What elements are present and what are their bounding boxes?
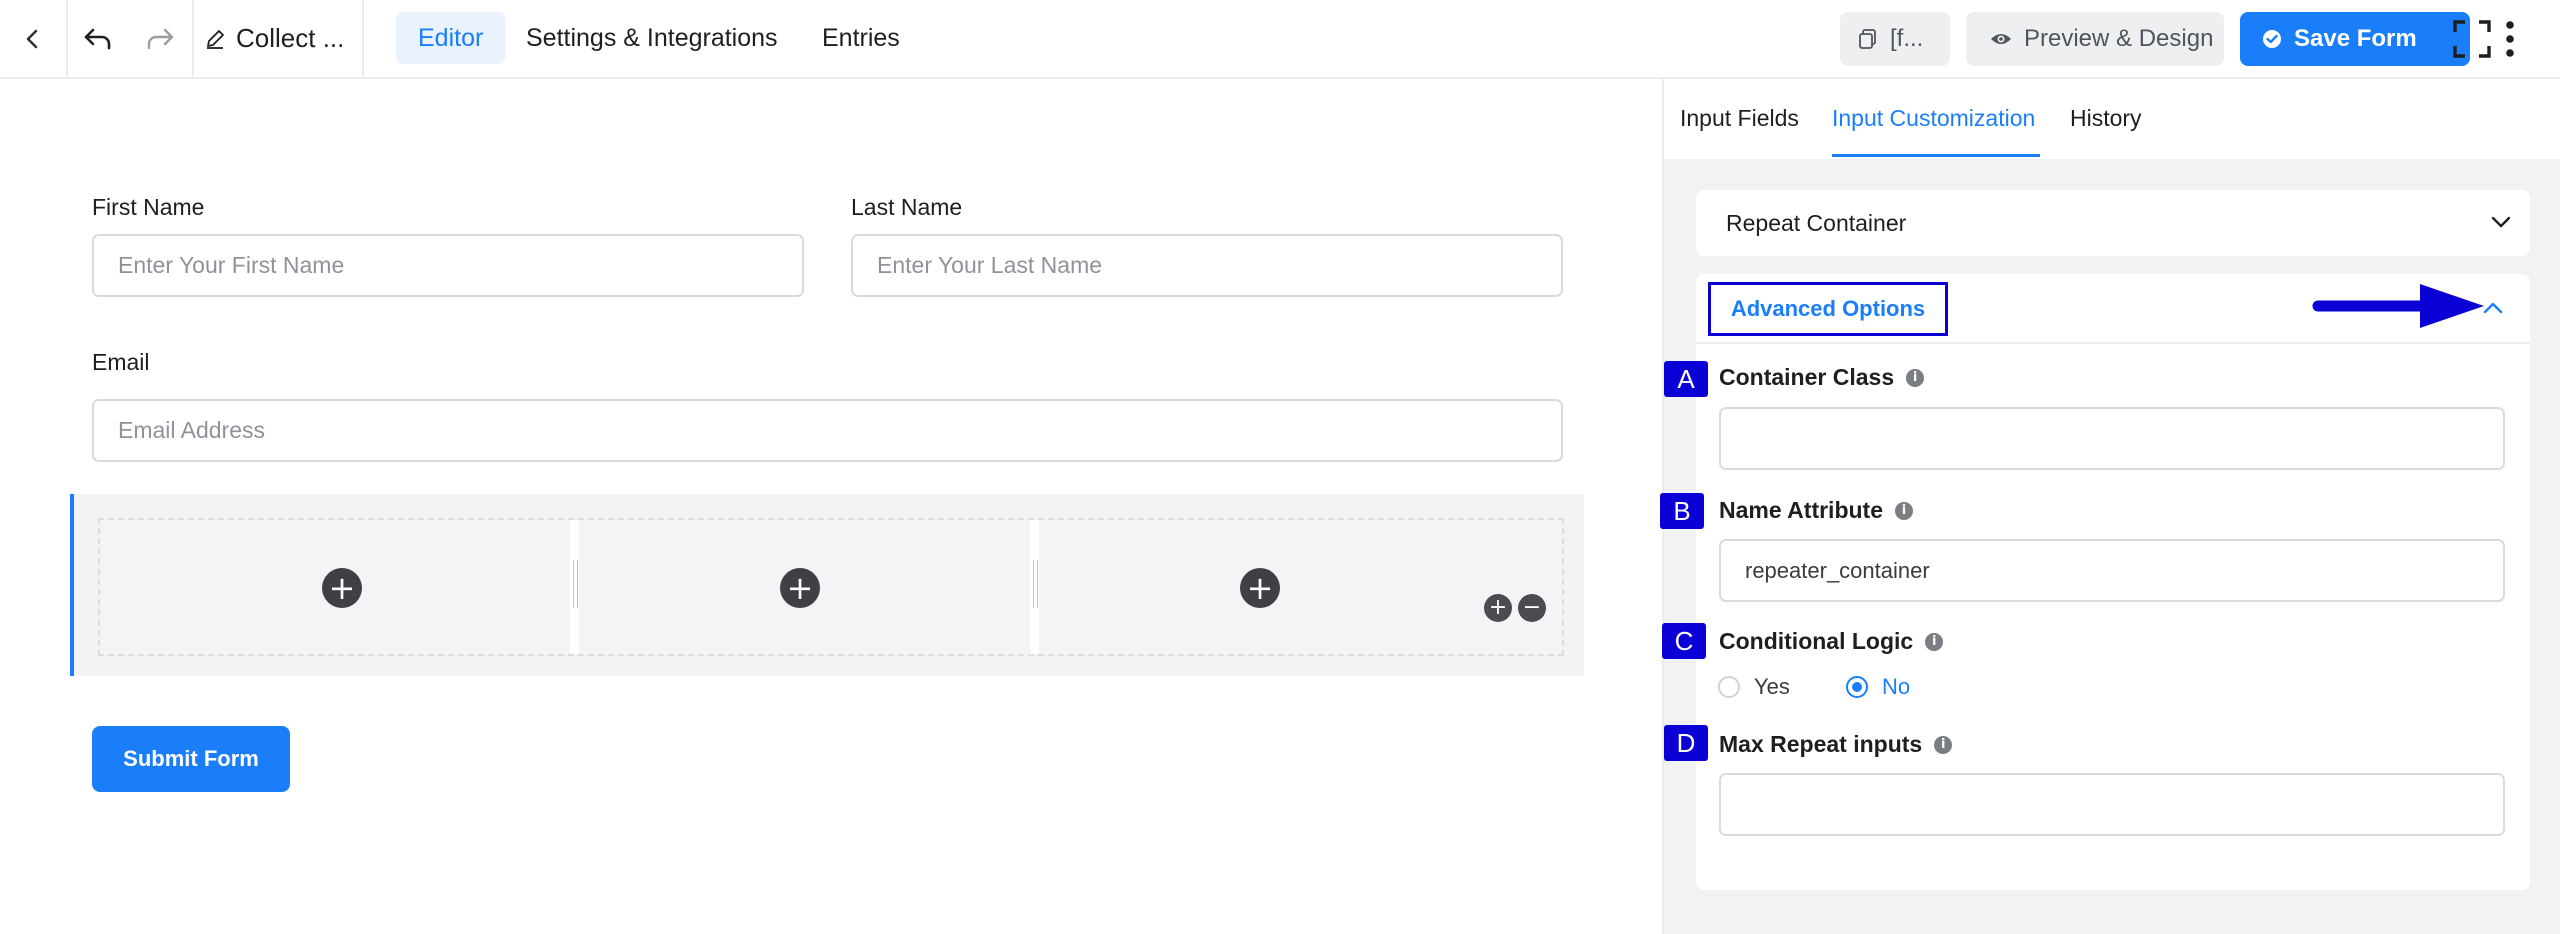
- section-divider: [1696, 342, 2530, 344]
- edit-pencil-icon: [207, 29, 224, 49]
- chevron-down-icon: [2491, 216, 2511, 228]
- info-icon[interactable]: i: [1925, 632, 1944, 651]
- info-icon[interactable]: i: [1906, 368, 1925, 387]
- arrow-right-icon: [2312, 284, 2484, 328]
- remove-row-icon[interactable]: −: [1518, 594, 1546, 622]
- back-button[interactable]: [0, 0, 66, 77]
- save-form-button[interactable]: Save Form: [2240, 12, 2470, 66]
- sidebar-tabs: Input Fields Input Customization History: [1664, 79, 2560, 159]
- chevron-up-icon[interactable]: [2482, 300, 2504, 316]
- tab-entries[interactable]: Entries: [800, 12, 922, 64]
- container-class-label: Container Class i: [1719, 364, 1925, 391]
- repeat-container-block[interactable]: + + + + −: [70, 494, 1584, 676]
- info-icon[interactable]: i: [1895, 501, 1913, 520]
- add-field-icon[interactable]: +: [1240, 568, 1280, 608]
- column-resize-handle[interactable]: [1030, 520, 1039, 654]
- container-class-label-text: Container Class: [1719, 364, 1895, 390]
- first-name-placeholder: Enter Your First Name: [118, 252, 345, 278]
- radio-no[interactable]: No: [1846, 674, 1910, 700]
- radio-no-indicator[interactable]: [1846, 676, 1868, 698]
- first-name-input[interactable]: Enter Your First Name: [92, 234, 804, 297]
- first-name-label: First Name: [92, 194, 205, 220]
- undo-button[interactable]: [68, 0, 128, 77]
- tab-input-fields[interactable]: Input Fields: [1680, 105, 1799, 132]
- top-toolbar: Collect ... Editor Settings & Integratio…: [0, 0, 2560, 79]
- email-placeholder: Email Address: [118, 417, 266, 443]
- tab-history[interactable]: History: [2070, 105, 2142, 132]
- last-name-input[interactable]: Enter Your Last Name: [851, 234, 1563, 297]
- tab-editor-label: Editor: [418, 23, 484, 52]
- tab-entries-label: Entries: [822, 23, 900, 52]
- check-circle-icon: [2263, 30, 2281, 48]
- more-menu-button[interactable]: [2490, 0, 2530, 77]
- tab-settings-integrations[interactable]: Settings & Integrations: [504, 12, 800, 64]
- radio-no-label: No: [1882, 674, 1911, 699]
- undo-icon: [84, 28, 111, 49]
- redo-icon: [147, 28, 174, 49]
- annotation-badge-c: C: [1662, 623, 1706, 659]
- add-field-icon[interactable]: +: [322, 568, 362, 608]
- last-name-placeholder: Enter Your Last Name: [877, 252, 1103, 278]
- fullscreen-icon: [2453, 19, 2491, 58]
- max-repeat-label: Max Repeat inputs i: [1719, 731, 1953, 758]
- radio-yes-indicator[interactable]: [1718, 676, 1740, 698]
- repeat-columns: + + + + −: [98, 518, 1564, 656]
- chevron-left-icon: [26, 29, 38, 48]
- vertical-dots-icon: [2506, 20, 2514, 57]
- add-field-icon[interactable]: +: [780, 568, 820, 608]
- max-repeat-label-text: Max Repeat inputs: [1719, 731, 1923, 757]
- shortcode-button[interactable]: [f...: [1840, 12, 1950, 66]
- copy-icon: [1859, 29, 1876, 49]
- column-resize-handle[interactable]: [570, 520, 579, 654]
- repeat-container-section[interactable]: Repeat Container: [1696, 190, 2530, 256]
- advanced-options-title: Advanced Options: [1730, 296, 1926, 321]
- info-icon[interactable]: i: [1934, 735, 1953, 754]
- radio-yes[interactable]: Yes: [1718, 674, 1790, 700]
- repeat-container-title: Repeat Container: [1726, 210, 1907, 236]
- annotation-badge-d: D: [1664, 725, 1708, 761]
- email-input[interactable]: Email Address: [92, 399, 1563, 462]
- shortcode-label: [f...: [1890, 25, 1924, 52]
- name-attribute-label-text: Name Attribute: [1719, 497, 1883, 523]
- preview-design-button[interactable]: Preview & Design: [1966, 12, 2224, 66]
- annotation-badge-a: A: [1664, 361, 1708, 397]
- active-tab-indicator: [1832, 154, 2040, 157]
- container-class-input[interactable]: [1719, 407, 2505, 470]
- tab-settings-label: Settings & Integrations: [526, 23, 778, 52]
- submit-form-button[interactable]: Submit Form: [92, 726, 290, 792]
- form-title[interactable]: Collect ...: [204, 0, 344, 77]
- save-form-label: Save Form: [2294, 25, 2417, 52]
- name-attribute-input[interactable]: repeater_container: [1719, 539, 2505, 602]
- add-row-icon[interactable]: +: [1484, 594, 1512, 622]
- annotation-badge-b: B: [1660, 493, 1704, 529]
- form-title-text: Collect ...: [236, 23, 345, 53]
- tab-editor[interactable]: Editor: [396, 12, 506, 64]
- radio-yes-label: Yes: [1754, 674, 1790, 699]
- email-label: Email: [92, 349, 150, 375]
- conditional-logic-label: Conditional Logic i: [1719, 628, 1944, 655]
- last-name-label: Last Name: [851, 194, 963, 220]
- conditional-logic-label-text: Conditional Logic: [1719, 628, 1914, 654]
- tab-input-customization[interactable]: Input Customization: [1832, 105, 2035, 132]
- name-attribute-label: Name Attribute i: [1719, 497, 1913, 524]
- name-attribute-value: repeater_container: [1745, 557, 1930, 583]
- redo-button[interactable]: [130, 0, 190, 77]
- submit-form-label: Submit Form: [123, 746, 259, 771]
- max-repeat-input[interactable]: [1719, 773, 2505, 836]
- advanced-options-header[interactable]: Advanced Options: [1708, 282, 1948, 336]
- eye-icon: [1991, 34, 2011, 44]
- preview-label: Preview & Design: [2024, 25, 2214, 52]
